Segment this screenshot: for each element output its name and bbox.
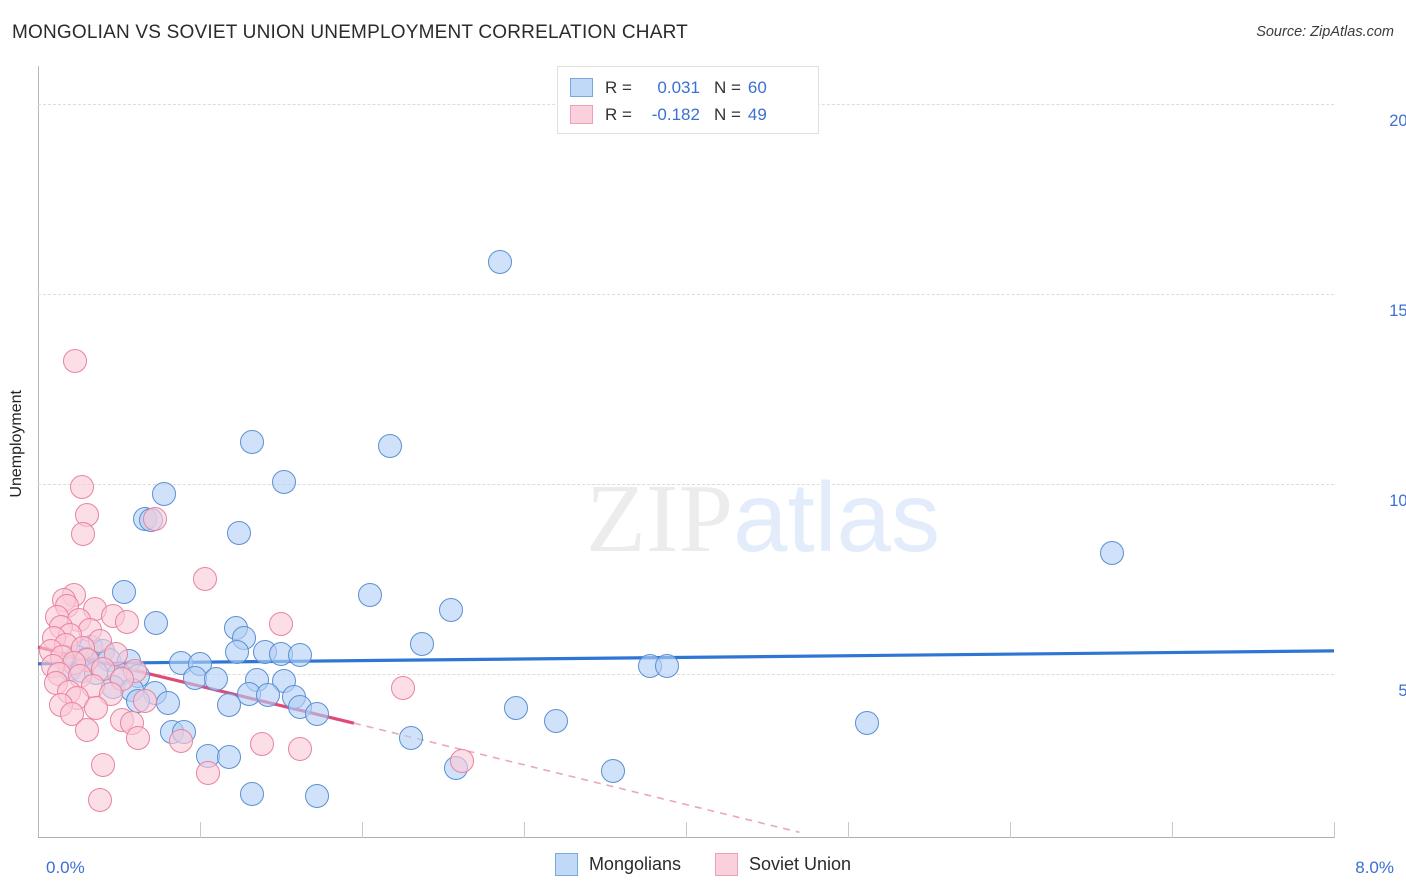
x-axis-max-label: 8.0% (1355, 858, 1394, 877)
data-point (63, 348, 88, 373)
legend-swatch-soviet-union (715, 853, 738, 876)
stats-swatch-mongolians (570, 78, 593, 97)
y-axis-label-15: 15.0% (1389, 302, 1406, 321)
stats-r-label-2: R = (605, 104, 632, 124)
stats-n-value-1: 60 (747, 77, 767, 97)
data-point (398, 726, 423, 751)
source-attribution: Source: ZipAtlas.com (1256, 24, 1394, 40)
legend-label-mongolians: Mongolians (588, 854, 681, 874)
y-axis-title: Unemployment (8, 390, 25, 498)
data-point (226, 521, 251, 545)
plot-area: ZIPatlas 5.0%10.0%15.0%20.0% (37, 66, 1406, 838)
data-point (654, 654, 679, 679)
data-point (155, 690, 180, 715)
data-point (217, 692, 242, 717)
data-point (409, 632, 434, 657)
data-point (304, 702, 329, 727)
data-point (288, 642, 313, 667)
data-point (487, 249, 512, 274)
data-point (439, 597, 464, 622)
stats-n-label-2: N = (713, 104, 741, 124)
chart-page: MONGOLIAN VS SOVIET UNION UNEMPLOYMENT C… (0, 0, 1406, 892)
chart-legend: Mongolians Soviet Union (0, 853, 1406, 876)
data-point (377, 433, 402, 458)
stats-n-label-1: N = (713, 77, 741, 97)
y-axis-label-10: 10.0% (1389, 492, 1406, 511)
stats-r-label-1: R = (605, 77, 632, 97)
trend-lines (37, 645, 1335, 834)
stats-row-mongolians: R = 0.031 N = 60 (570, 74, 806, 101)
data-point (87, 787, 112, 812)
data-point (288, 736, 313, 761)
stats-r-value-2: -0.182 (651, 104, 700, 124)
y-axis-label-20: 20.0% (1389, 112, 1406, 131)
legend-swatch-mongolians (554, 853, 578, 876)
legend-item-soviet-union[interactable]: Soviet Union (715, 853, 851, 876)
data-point (239, 782, 264, 807)
data-point (90, 752, 115, 777)
data-point (1100, 540, 1125, 565)
data-point (358, 582, 383, 607)
correlation-stats-box: R = 0.031 N = 60 R = -0.182 N = 49 (557, 66, 819, 134)
data-point (503, 695, 528, 720)
stats-swatch-soviet-union (570, 105, 593, 124)
data-point (115, 609, 140, 634)
data-point (71, 521, 96, 546)
data-point (111, 579, 136, 604)
x-axis-min-label: 0.0% (46, 858, 85, 877)
stats-r-value-1: 0.031 (657, 77, 700, 97)
data-point (142, 506, 167, 531)
data-point (168, 729, 193, 754)
data-point (69, 475, 94, 500)
x-tick-8 (1334, 822, 1335, 838)
y-axis-label-5: 5.0% (1398, 682, 1406, 701)
data-point (304, 784, 329, 809)
stats-row-soviet-union: R = -0.182 N = 49 (570, 101, 806, 128)
data-point (74, 717, 99, 742)
legend-label-soviet-union: Soviet Union (749, 854, 852, 874)
page-title: MONGOLIAN VS SOVIET UNION UNEMPLOYMENT C… (12, 22, 688, 43)
data-point (132, 689, 157, 714)
data-point (249, 731, 274, 756)
data-point (225, 639, 250, 664)
data-point (390, 675, 415, 700)
legend-item-mongolians[interactable]: Mongolians (554, 853, 681, 876)
stats-n-value-2: 49 (747, 104, 767, 124)
